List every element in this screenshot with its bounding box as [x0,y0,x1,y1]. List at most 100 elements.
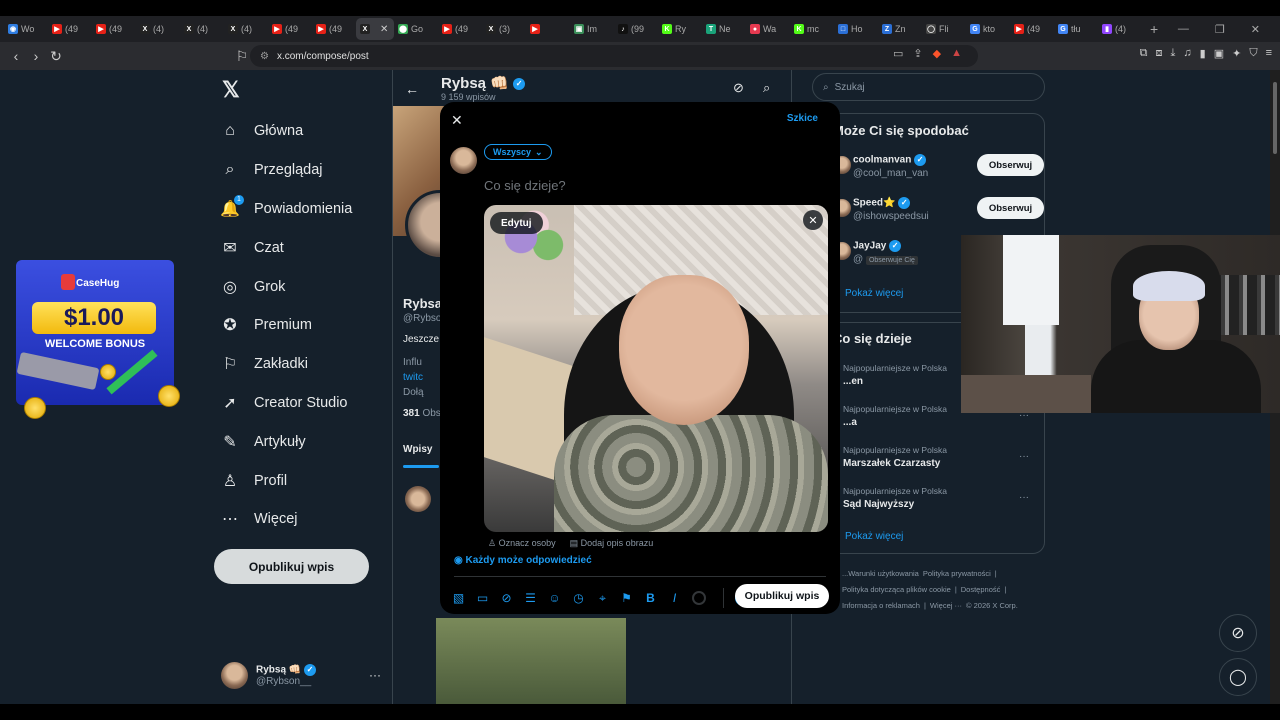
browser-tab[interactable]: Gtłu [1054,18,1098,40]
attached-photo[interactable]: Edytuj ✕ [484,205,828,532]
brave-rewards-icon[interactable]: ▲ [951,47,962,60]
browser-tab[interactable]: ▶ (49 [438,18,482,40]
sidebar-item-home[interactable]: ⌂ Główna [220,112,390,151]
audience-selector[interactable]: Wszyscy ⌄ [484,144,552,160]
share-icon[interactable]: ⇪ [913,47,922,60]
close-icon[interactable]: ✕ [451,112,463,129]
more-options-icon[interactable]: ··· [369,668,381,682]
image-icon[interactable]: ▧ [452,591,465,605]
new-tab-icon[interactable]: + [1150,21,1158,37]
footer-link[interactable]: Polityka prywatności [923,569,991,578]
footer-link[interactable]: | [995,569,997,578]
sidebar-item-rocket[interactable]: ➚ Creator Studio [220,384,390,423]
browser-tab[interactable]: ▮ (4) [1098,18,1142,40]
footer-link[interactable]: | [924,601,926,610]
footer-link[interactable]: | [955,585,957,594]
browser-tab[interactable]: Kmc [790,18,834,40]
cast-icon[interactable]: ▭ [893,47,903,60]
messages-float-button[interactable]: ◯ [1219,658,1257,696]
browser-tab[interactable]: K Ry [658,18,702,40]
browser-tab[interactable]: □ Ho [834,18,878,40]
site-info-icon[interactable]: ⚙ [260,51,269,62]
reply-settings-button[interactable]: ◉ Każdy może odpowiedzieć [454,555,592,566]
browser-tab[interactable]: X (3) [482,18,526,40]
footer-link[interactable]: Dostępność [961,585,1001,594]
show-more-trends-link[interactable]: Pokaż więcej [845,531,903,542]
browser-tab[interactable]: X ✕ [356,18,394,40]
browser-tab[interactable]: ▶ (49 [312,18,356,40]
close-tab-icon[interactable]: ✕ [380,24,388,35]
extensions-icon[interactable]: ⧉ [1140,47,1148,60]
post-text-input[interactable]: Co się dzieje? [484,178,566,193]
sidebar-item-bell[interactable]: 🔔 1 Powiadomienia [220,190,390,229]
follow-button[interactable]: Obserwuj [977,154,1044,176]
sidebar-item-bookmark[interactable]: ⚐ Zakładki [220,345,390,384]
sidebar-item-person[interactable]: ♙ Profil [220,461,390,500]
scrollbar-thumb[interactable] [1273,82,1277,154]
casehug-ad[interactable]: CaseHug $1.00 WELCOME BONUS [16,260,180,419]
profile-link[interactable]: twitc [403,372,423,383]
sidebar-item-more[interactable]: ⋯ Więcej [220,500,390,539]
post-media-thumbnail[interactable] [436,618,626,704]
browser-tab[interactable]: ⬤ Go [394,18,438,40]
trend-item[interactable]: Najpopularniejsze w Polska Sąd Najwyższy ·… [843,486,1043,510]
publish-button[interactable]: Opublikuj wpis [735,584,829,608]
back-arrow-icon[interactable]: ← [405,81,419,97]
drafts-link[interactable]: Szkice [787,113,818,124]
suggestion-item[interactable]: Speed⭐ ✓ @ishowspeedsui Obserwuj [853,197,1044,227]
italic-icon[interactable]: I [668,591,681,605]
browser-tab[interactable]: ♪ (99 [614,18,658,40]
schedule-icon[interactable]: ◷ [572,591,585,605]
close-window-icon[interactable]: ✕ [1251,23,1260,36]
edit-media-button[interactable]: Edytuj [490,212,543,234]
tag-people-button[interactable]: ♙ Oznacz osoby [488,538,556,549]
browser-tab[interactable]: X (4) [136,18,180,40]
more-options-icon[interactable]: ··· [1019,492,1029,503]
browser-tab[interactable]: X (4) [224,18,268,40]
gif-icon[interactable]: ▭ [476,591,489,605]
browser-tab[interactable]: ▶ (49 [1010,18,1054,40]
wallet-icon[interactable]: ▣ [1214,47,1224,60]
sidebar-item-search[interactable]: ⌕ Przeglądaj [220,151,390,190]
footer-link[interactable]: ...Warunki użytkowania [842,569,919,578]
show-more-link[interactable]: Pokaż więcej [845,288,903,299]
trend-item[interactable]: Najpopularniejsze w Polska Marszałek Czar… [843,445,1043,469]
grok-float-button[interactable]: ⊘ [1219,614,1257,652]
browser-tab[interactable]: ▶ (49 [92,18,136,40]
post-button[interactable]: Opublikuj wpis [214,549,369,584]
bookmark-page-icon[interactable]: ⚐ [232,48,252,65]
x-logo-icon[interactable]: 𝕏 [222,79,242,101]
browser-tab[interactable]: ▶ (49 [48,18,92,40]
sidebar-item-grok[interactable]: ◎ Grok [220,267,390,306]
brave-shield-icon[interactable]: ◆ [933,47,941,60]
screenshot-icon[interactable]: ⧈ [1156,47,1163,60]
footer-link[interactable]: © 2026 X Corp. [966,601,1018,610]
footer-link[interactable]: | [1004,585,1006,594]
browser-tab[interactable]: Gkto [966,18,1010,40]
flag-icon[interactable]: ⚑ [620,591,633,605]
follow-button[interactable]: Obserwuj [977,197,1044,219]
add-alt-text-button[interactable]: ▤ Dodaj opis obrazu [570,538,654,549]
account-switcher[interactable]: Rybsą 👊🏻 ✓ @Rybson__ ··· [221,660,381,690]
location-icon[interactable]: ⌖ [596,591,609,605]
sidebar-icon[interactable]: ▮ [1200,47,1206,60]
browser-tab[interactable]: ▶ [526,18,570,40]
vpn-icon[interactable]: ⛉ [1249,47,1257,60]
browser-tab[interactable]: Z Zn [878,18,922,40]
minimize-icon[interactable]: — [1178,23,1189,35]
forward-icon[interactable]: › [26,48,46,64]
media-icon[interactable]: ♫ [1183,47,1191,60]
sidebar-item-premium[interactable]: ✪ Premium [220,306,390,345]
ai-icon[interactable]: ✦ [1232,47,1241,60]
grok-icon[interactable]: ⊘ [500,591,513,605]
browser-tab[interactable]: ▶ (49 [268,18,312,40]
footer-link[interactable]: Więcej ··· [930,601,962,610]
grok-icon[interactable]: ⊘ [733,80,744,96]
reload-icon[interactable]: ↻ [46,48,66,65]
remove-media-icon[interactable]: ✕ [803,210,823,230]
browser-tab[interactable]: ◉ Wo [4,18,48,40]
restore-icon[interactable]: ❐ [1215,23,1225,36]
browser-tab[interactable]: T Ne [702,18,746,40]
poll-icon[interactable]: ☰ [524,591,537,605]
menu-icon[interactable]: ≡ [1266,47,1272,60]
